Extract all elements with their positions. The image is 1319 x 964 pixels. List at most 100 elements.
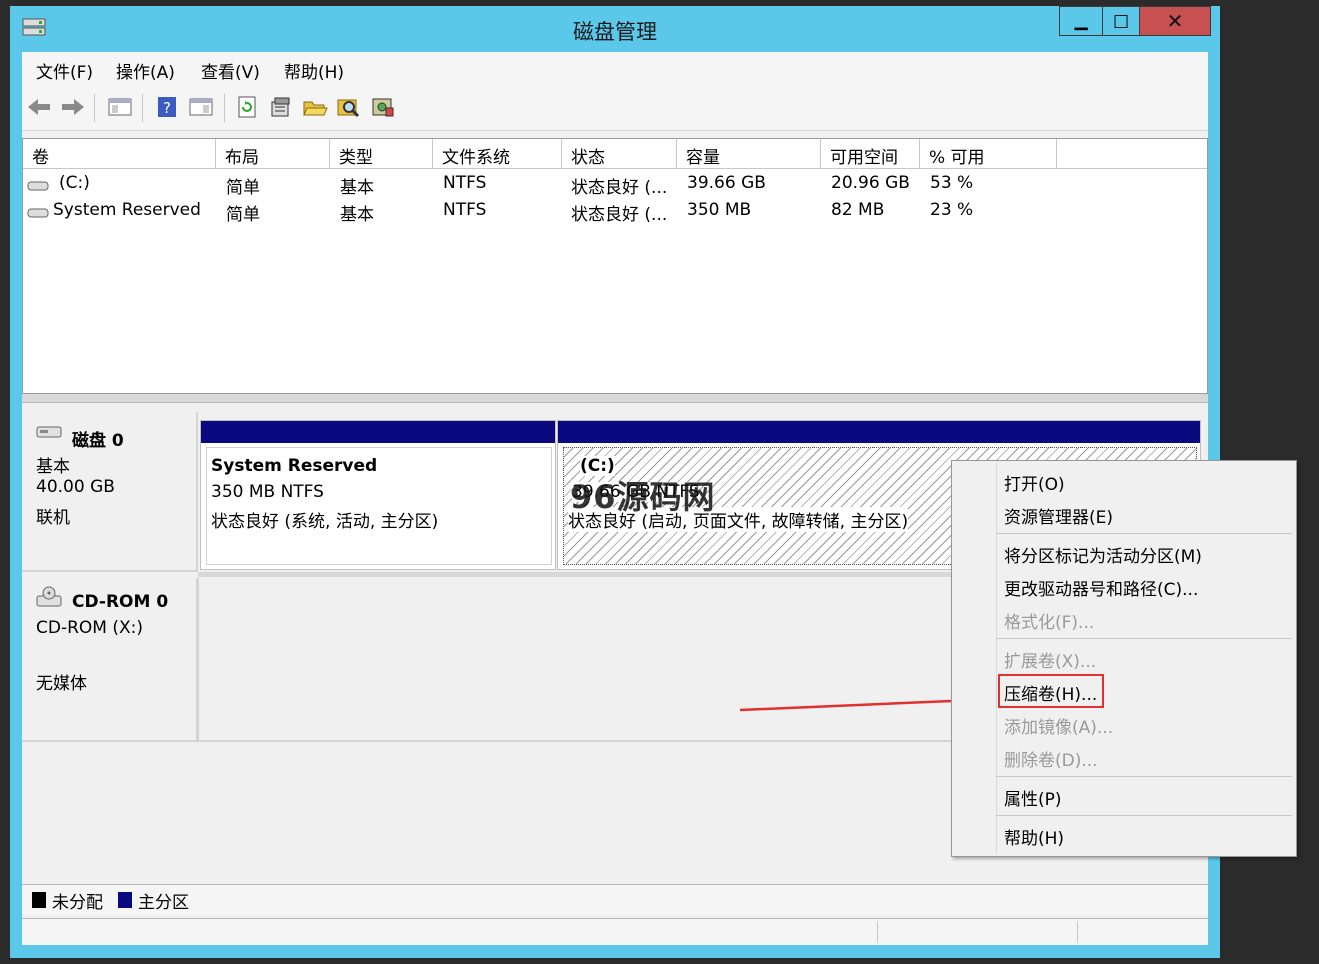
cell-layout: 简单 <box>226 178 260 198</box>
properties-icon[interactable] <box>268 94 294 120</box>
column-header-status[interactable]: 状态 <box>562 139 677 169</box>
console-tree-icon[interactable] <box>107 94 133 120</box>
disk-icon <box>36 424 62 444</box>
minimize-button[interactable]: ▁ <box>1059 6 1103 36</box>
cell-type: 基本 <box>340 205 374 225</box>
cell-capacity: 350 MB <box>687 200 752 220</box>
menu-separator <box>996 776 1292 777</box>
toolbar-separator <box>142 94 143 122</box>
ctx-extend-volume: 扩展卷(X)... <box>1004 652 1097 672</box>
context-menu-gutter <box>996 463 997 853</box>
action-pane-icon[interactable] <box>188 94 214 120</box>
cell-volume: (C:) <box>59 173 90 193</box>
ctx-properties[interactable]: 属性(P) <box>1004 785 1062 810</box>
menu-separator <box>996 638 1292 639</box>
menu-separator <box>996 533 1292 534</box>
cell-layout: 简单 <box>226 205 260 225</box>
disk-0-type: 基本 <box>36 457 70 477</box>
help-icon[interactable]: ? <box>154 94 180 120</box>
pane-splitter[interactable] <box>22 394 1208 403</box>
ctx-format: 格式化(F)... <box>1004 613 1095 633</box>
column-header-volume[interactable]: 卷 <box>23 139 216 169</box>
cell-free-space: 82 MB <box>831 200 885 220</box>
cell-percent-free: 23 % <box>930 200 974 220</box>
cdrom-icon <box>36 586 62 613</box>
status-divider <box>1077 921 1078 943</box>
column-header-capacity[interactable]: 容量 <box>677 139 821 169</box>
toolbar-separator <box>224 94 225 122</box>
column-header-percent-free[interactable]: % 可用 <box>920 139 1057 169</box>
toolbar-separator <box>94 94 95 122</box>
column-header-filesystem[interactable]: 文件系统 <box>433 139 562 169</box>
drive-icon <box>27 204 49 224</box>
column-header-empty <box>1057 139 1207 169</box>
status-bar <box>22 918 1208 945</box>
ctx-change-drive-letter[interactable]: 更改驱动器号和路径(C)... <box>1004 575 1198 600</box>
cdrom-0-media: 无媒体 <box>36 674 87 694</box>
minimize-icon: ▁ <box>1074 11 1088 31</box>
cell-filesystem: NTFS <box>443 173 487 193</box>
disk-0-status: 联机 <box>36 508 70 528</box>
context-menu: 打开(O) 资源管理器(E) 将分区标记为活动分区(M) 更改驱动器号和路径(C… <box>951 460 1297 857</box>
ctx-explore[interactable]: 资源管理器(E) <box>1004 503 1113 528</box>
ctx-open[interactable]: 打开(O) <box>1004 470 1065 495</box>
disk-0-label[interactable]: 磁盘 0 基本 40.00 GB 联机 <box>22 412 198 572</box>
menu-help[interactable]: 帮助(H) <box>284 58 344 83</box>
menu-separator <box>996 815 1292 816</box>
legend-label-primary: 主分区 <box>138 893 189 913</box>
watermark-text: 96源码网 <box>570 478 716 516</box>
menu-action[interactable]: 操作(A) <box>116 58 175 83</box>
column-header-free-space[interactable]: 可用空间 <box>821 139 920 169</box>
volume-list: 卷 布局 类型 文件系统 状态 容量 可用空间 % 可用 (C:) 简单 基本 … <box>22 138 1208 394</box>
close-button[interactable]: ✕ <box>1139 6 1211 36</box>
menu-file[interactable]: 文件(F) <box>36 58 93 83</box>
table-row[interactable]: System Reserved 简单 基本 NTFS 状态良好 (... 350… <box>23 197 1207 225</box>
disk-0-size: 40.00 GB <box>36 477 115 497</box>
forward-icon[interactable] <box>60 94 86 120</box>
legend-swatch-unallocated <box>32 892 46 908</box>
close-icon: ✕ <box>1166 9 1184 33</box>
maximize-icon: □ <box>1112 11 1130 31</box>
cdrom-0-label[interactable]: CD-ROM 0 CD-ROM (X:) 无媒体 <box>22 578 198 742</box>
open-icon[interactable] <box>302 94 328 120</box>
disk-settings-icon[interactable] <box>370 94 396 120</box>
cell-volume: System Reserved <box>53 200 201 220</box>
partition-body: System Reserved 350 MB NTFS 状态良好 (系统, 活动… <box>206 447 552 565</box>
ctx-help[interactable]: 帮助(H) <box>1004 824 1064 849</box>
cdrom-0-name: CD-ROM 0 <box>72 592 169 612</box>
column-header-layout[interactable]: 布局 <box>216 139 330 169</box>
svg-text:?: ? <box>163 99 171 117</box>
refresh-icon[interactable] <box>234 94 260 120</box>
title-bar[interactable]: 磁盘管理 ▁ □ ✕ <box>10 6 1220 50</box>
partition-system-reserved[interactable]: System Reserved 350 MB NTFS 状态良好 (系统, 活动… <box>200 420 556 570</box>
partition-status: 状态良好 (系统, 活动, 主分区) <box>211 512 439 532</box>
highlight-box <box>998 674 1104 708</box>
menu-view[interactable]: 查看(V) <box>201 58 260 83</box>
back-icon[interactable] <box>26 94 52 120</box>
column-header-type[interactable]: 类型 <box>330 139 433 169</box>
drive-icon <box>27 177 49 197</box>
cdrom-0-drive: CD-ROM (X:) <box>36 618 143 638</box>
menu-bar: 文件(F) 操作(A) 查看(V) 帮助(H) <box>22 52 1208 86</box>
cell-free-space: 20.96 GB <box>831 173 910 193</box>
maximize-button[interactable]: □ <box>1102 6 1140 36</box>
cell-status: 状态良好 (... <box>571 205 668 225</box>
legend-swatch-primary <box>118 892 132 908</box>
partition-header-bar <box>558 421 1200 443</box>
legend-label-unallocated: 未分配 <box>52 893 103 913</box>
table-row[interactable]: (C:) 简单 基本 NTFS 状态良好 (... 39.66 GB 20.96… <box>23 170 1207 198</box>
cell-type: 基本 <box>340 178 374 198</box>
ctx-mark-active[interactable]: 将分区标记为活动分区(M) <box>1004 542 1202 567</box>
status-divider <box>877 921 878 943</box>
cell-filesystem: NTFS <box>443 200 487 220</box>
partition-name: System Reserved <box>211 456 378 476</box>
ctx-add-mirror: 添加镜像(A)... <box>1004 718 1114 738</box>
partition-size-fs: 350 MB NTFS <box>211 482 324 502</box>
partition-header-bar <box>201 421 555 443</box>
explore-icon[interactable] <box>336 94 362 120</box>
legend-bar: 未分配 主分区 <box>22 884 1208 915</box>
toolbar: ? <box>22 86 1208 131</box>
disk-0-name: 磁盘 0 <box>72 431 124 451</box>
window-title: 磁盘管理 <box>573 20 657 44</box>
cell-capacity: 39.66 GB <box>687 173 766 193</box>
